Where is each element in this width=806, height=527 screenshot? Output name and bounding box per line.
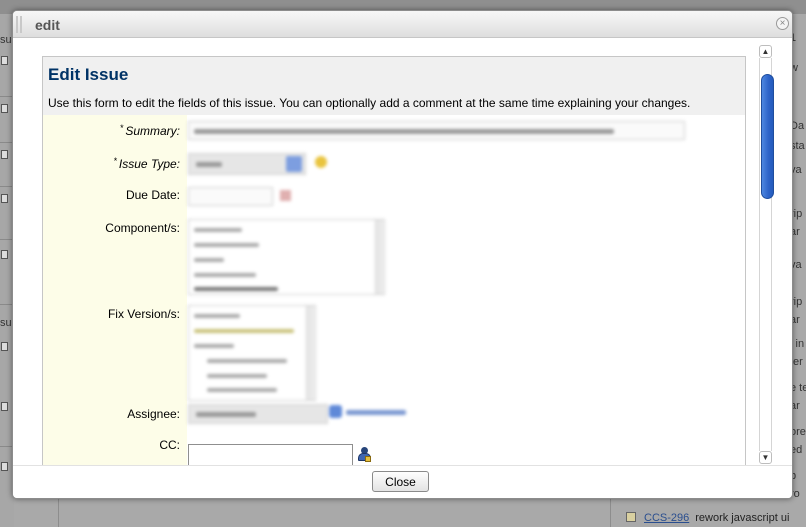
due-date-label: Due Date:: [125, 188, 180, 202]
fix-versions-listbox[interactable]: [188, 305, 316, 401]
close-button[interactable]: Close: [372, 471, 429, 492]
dialog-titlebar[interactable]: edit ×: [13, 11, 792, 38]
list-item[interactable]: [194, 344, 234, 348]
assignee-label: Assignee:: [127, 407, 180, 421]
summary-label: * Summary:: [120, 123, 180, 138]
dialog-content: Edit Issue Use this form to edit the fie…: [42, 54, 758, 465]
issue-type-icon: [626, 512, 636, 522]
required-marker: *: [113, 156, 117, 166]
bg-left-text: su: [0, 317, 12, 329]
cc-field[interactable]: [188, 444, 353, 465]
issue-summary: rework javascript ui: [695, 512, 790, 524]
listbox-scrollbar[interactable]: [306, 306, 314, 400]
listbox-scrollbar[interactable]: [375, 220, 383, 294]
bg-file-icon: [1, 250, 8, 259]
assignee-select[interactable]: [188, 404, 328, 424]
form-header: Edit Issue Use this form to edit the fie…: [43, 57, 745, 115]
summary-input[interactable]: [188, 121, 685, 140]
scroll-track[interactable]: [759, 58, 774, 451]
list-item[interactable]: [194, 273, 256, 277]
close-icon[interactable]: ×: [776, 17, 789, 30]
list-item[interactable]: [207, 374, 267, 378]
bg-file-icon: [1, 462, 8, 471]
issue-type-label-text: Issue Type:: [118, 157, 180, 171]
bg-column-divider: [58, 497, 59, 527]
edit-issue-form: Edit Issue Use this form to edit the fie…: [42, 56, 746, 465]
cc-label: CC:: [159, 438, 180, 452]
list-item[interactable]: [194, 258, 224, 262]
fix-versions-label: Fix Version/s:: [107, 307, 180, 321]
bg-file-icon: [1, 56, 8, 65]
list-item[interactable]: [194, 314, 240, 318]
scroll-thumb[interactable]: [761, 74, 774, 199]
help-icon[interactable]: [315, 156, 327, 168]
assignee-value-redacted: [196, 412, 256, 417]
calendar-icon[interactable]: [280, 190, 291, 201]
due-date-input[interactable]: [188, 187, 273, 206]
summary-label-text: Summary:: [125, 124, 180, 138]
scroll-up-icon[interactable]: ▲: [759, 45, 772, 58]
bg-file-icon: [1, 150, 8, 159]
dialog-title: edit: [35, 17, 60, 33]
assign-to-me-link[interactable]: [346, 410, 406, 415]
bg-left-text: su: [0, 34, 12, 46]
components-listbox[interactable]: [188, 219, 385, 295]
list-item[interactable]: [207, 359, 287, 363]
drag-grip-icon[interactable]: [16, 16, 22, 33]
edit-dialog: edit × Edit Issue Use this form to edit …: [12, 10, 793, 499]
bg-file-icon: [1, 402, 8, 411]
list-item[interactable]: [194, 243, 259, 247]
bg-file-icon: [1, 194, 8, 203]
issue-key-link[interactable]: CCS-296: [644, 512, 689, 524]
issue-type-value-redacted: [196, 162, 222, 167]
dialog-scrollbar[interactable]: ▲ ▼: [758, 45, 774, 465]
list-item[interactable]: [194, 228, 242, 232]
chevron-down-icon[interactable]: [286, 156, 302, 172]
assign-to-me-icon[interactable]: [329, 405, 342, 418]
issue-type-label: * Issue Type:: [113, 156, 180, 171]
required-marker: *: [119, 123, 124, 133]
summary-value-redacted: [194, 129, 614, 134]
form-description: Use this form to edit the fields of this…: [48, 96, 691, 110]
dialog-footer: Close: [13, 465, 792, 498]
list-item[interactable]: [207, 388, 277, 392]
issue-type-select[interactable]: [188, 153, 306, 175]
page-title: Edit Issue: [48, 65, 129, 84]
user-picker-icon[interactable]: [356, 447, 372, 463]
components-label: Component/s:: [105, 221, 180, 235]
list-item[interactable]: [194, 287, 278, 291]
list-item[interactable]: [194, 329, 294, 333]
scroll-down-icon[interactable]: ▼: [759, 451, 772, 464]
bg-file-icon: [1, 104, 8, 113]
bg-column-divider: [610, 497, 611, 527]
background-issue-row: CCS-296 rework javascript ui: [622, 512, 806, 527]
bg-file-icon: [1, 342, 8, 351]
user-picker-icon-tag: [365, 456, 371, 462]
